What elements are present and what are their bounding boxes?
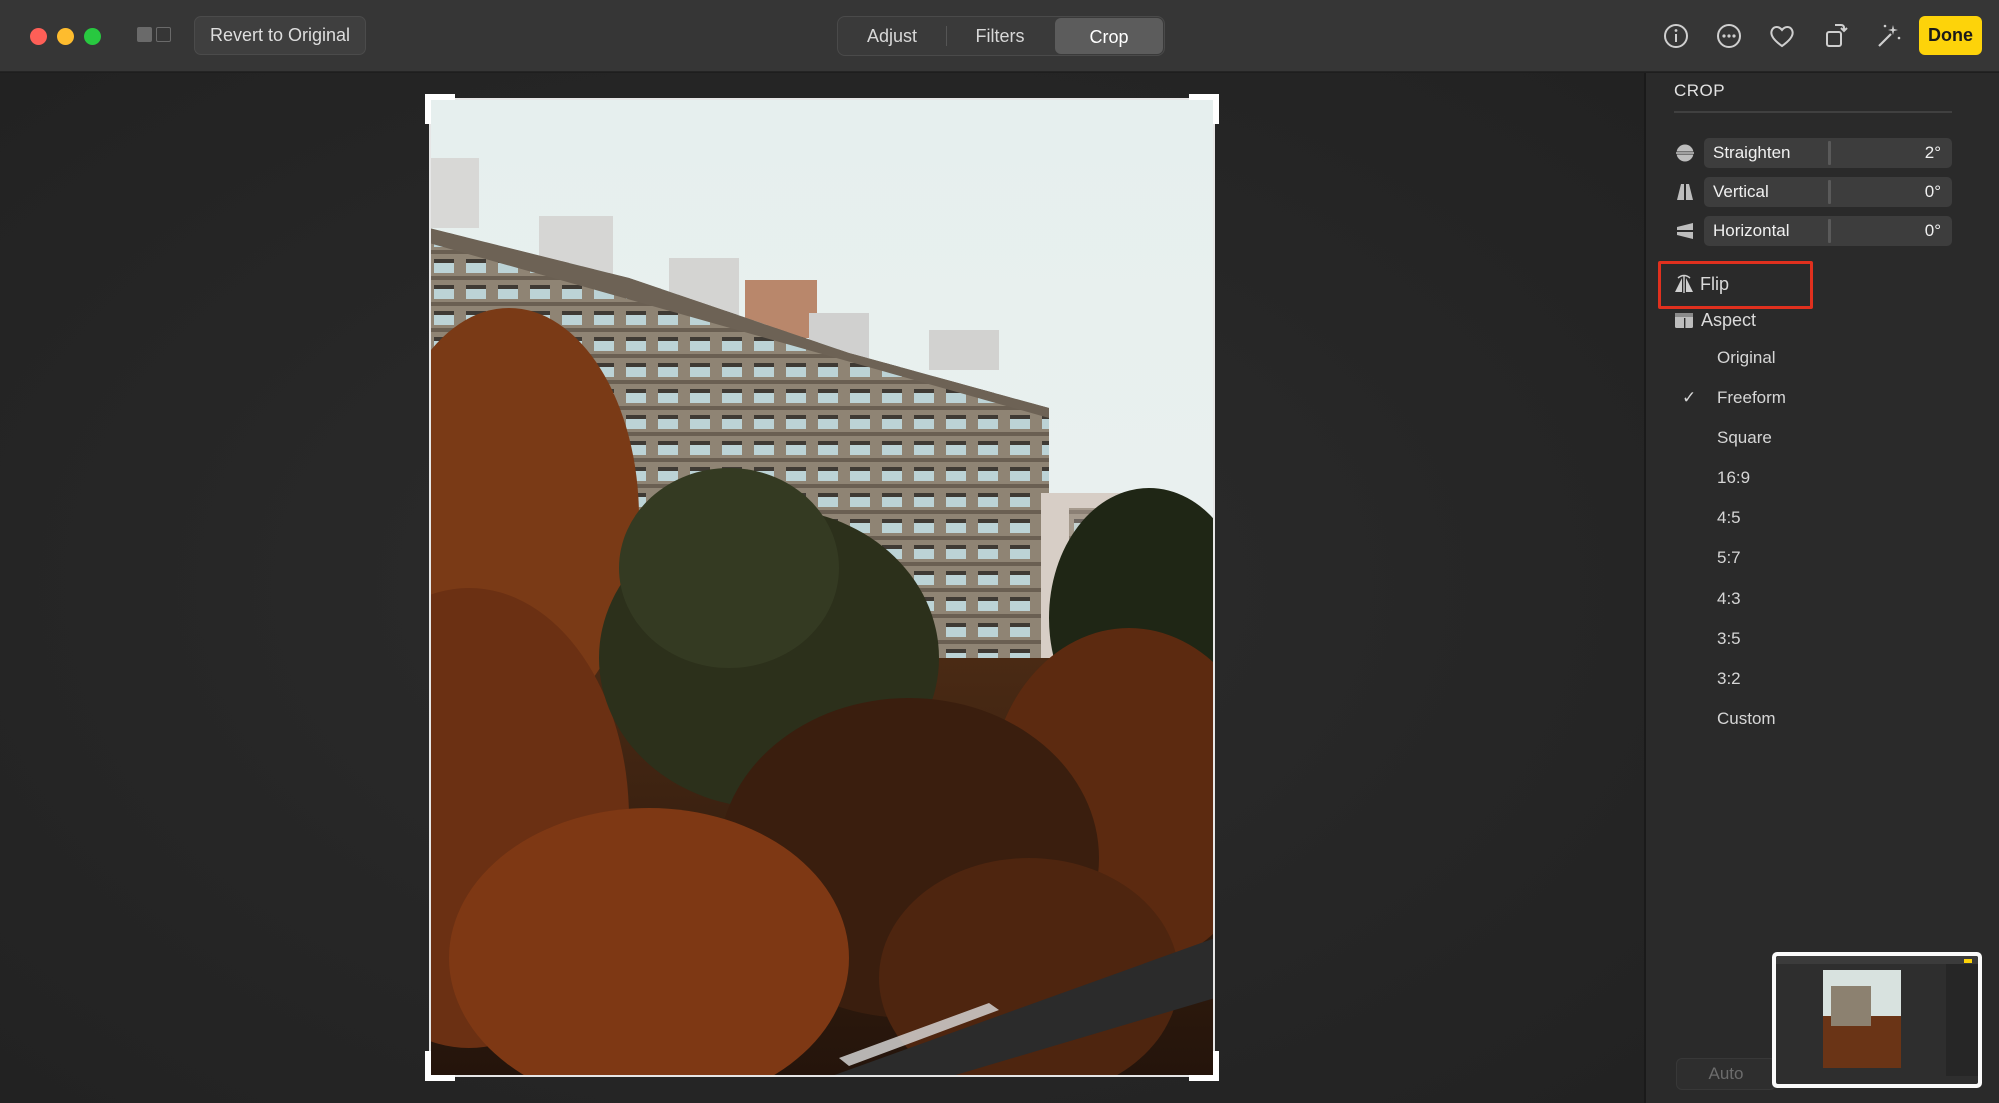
tab-adjust[interactable]: Adjust xyxy=(838,17,946,55)
vertical-value: 0° xyxy=(1924,182,1941,201)
flip-highlight-annotation xyxy=(1658,261,1813,309)
panel-title: CROP xyxy=(1674,81,1726,100)
horizontal-value: 0° xyxy=(1924,221,1941,240)
aspect-label: Aspect xyxy=(1701,310,1757,330)
horizontal-perspective-icon xyxy=(1674,220,1696,242)
aspect-option-3-2[interactable]: 3:2 xyxy=(1717,668,1741,690)
straighten-value: 2° xyxy=(1924,143,1941,162)
photo-canvas xyxy=(0,73,1644,1103)
toolbar: Revert to Original Adjust Filters Crop D… xyxy=(0,0,1999,72)
straighten-icon xyxy=(1674,142,1696,164)
magic-wand-icon[interactable] xyxy=(1872,20,1904,52)
aspect-icon xyxy=(1674,310,1694,330)
tab-filters[interactable]: Filters xyxy=(946,17,1054,55)
vertical-slider[interactable]: Vertical 0° xyxy=(1704,177,1952,207)
done-button[interactable]: Done xyxy=(1919,16,1982,55)
straighten-slider-row: Straighten 2° xyxy=(1674,138,1952,168)
info-icon[interactable] xyxy=(1660,20,1692,52)
straighten-slider-knob[interactable] xyxy=(1828,141,1831,165)
straighten-slider[interactable]: Straighten 2° xyxy=(1704,138,1952,168)
aspect-option-freeform[interactable]: Freeform xyxy=(1717,387,1786,409)
vertical-perspective-icon xyxy=(1674,181,1696,203)
aspect-option-custom[interactable]: Custom xyxy=(1717,708,1776,730)
horizontal-slider-row: Horizontal 0° xyxy=(1674,216,1952,246)
aspect-section[interactable]: Aspect xyxy=(1674,306,1824,334)
screenshot-thumbnail[interactable] xyxy=(1772,952,1982,1088)
minimize-window-button[interactable] xyxy=(57,28,74,45)
aspect-option-square[interactable]: Square xyxy=(1717,427,1772,449)
edit-mode-tabs: Adjust Filters Crop xyxy=(837,16,1165,56)
tab-crop[interactable]: Crop xyxy=(1055,18,1163,54)
aspect-option-4-3[interactable]: 4:3 xyxy=(1717,588,1741,610)
photo-image xyxy=(429,98,1215,1077)
aspect-option-5-7[interactable]: 5:7 xyxy=(1717,547,1741,569)
aspect-option-original[interactable]: Original xyxy=(1717,347,1776,369)
vertical-label: Vertical xyxy=(1713,182,1769,201)
close-window-button[interactable] xyxy=(30,28,47,45)
more-icon[interactable] xyxy=(1713,20,1745,52)
panel-divider xyxy=(1674,111,1952,113)
horizontal-slider-knob[interactable] xyxy=(1828,219,1831,243)
split-view-toggle-icon[interactable] xyxy=(137,27,173,43)
revert-to-original-button[interactable]: Revert to Original xyxy=(194,16,366,55)
horizontal-slider[interactable]: Horizontal 0° xyxy=(1704,216,1952,246)
vertical-slider-row: Vertical 0° xyxy=(1674,177,1952,207)
checkmark-icon: ✓ xyxy=(1682,388,1697,407)
aspect-option-4-5[interactable]: 4:5 xyxy=(1717,507,1741,529)
crop-panel: CROP Straighten 2° Vertical 0° Horizonta… xyxy=(1644,73,1999,1103)
heart-icon[interactable] xyxy=(1766,20,1798,52)
auto-button[interactable]: Auto xyxy=(1676,1058,1776,1090)
straighten-label: Straighten xyxy=(1713,143,1791,162)
horizontal-label: Horizontal xyxy=(1713,221,1790,240)
zoom-window-button[interactable] xyxy=(84,28,101,45)
aspect-option-3-5[interactable]: 3:5 xyxy=(1717,628,1741,650)
vertical-slider-knob[interactable] xyxy=(1828,180,1831,204)
rotate-icon[interactable] xyxy=(1819,20,1851,52)
aspect-option-16-9[interactable]: 16:9 xyxy=(1717,467,1750,489)
